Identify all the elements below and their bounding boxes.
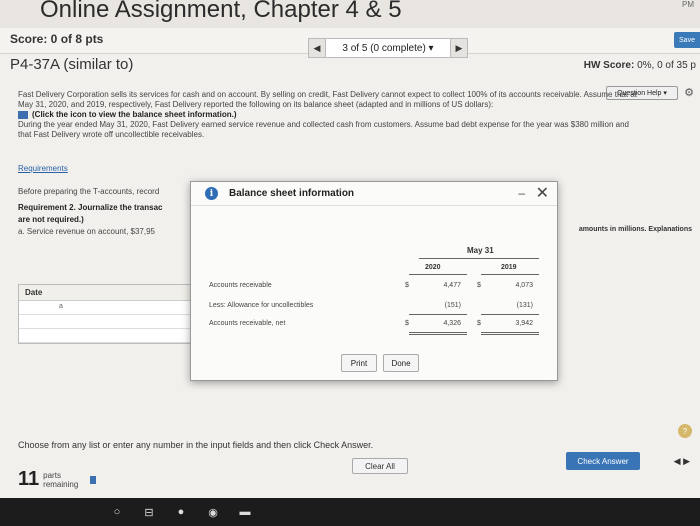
clock-text: PM <box>682 0 694 9</box>
close-button[interactable]: ✕ <box>536 183 549 203</box>
journal-row[interactable] <box>19 315 217 329</box>
parts-remaining-label: parts remaining <box>43 471 78 489</box>
taskbar: ○ ⊟ ● ◉ ▬ <box>0 498 700 526</box>
progress-bar <box>90 475 97 484</box>
dollar-sign: $ <box>405 320 409 327</box>
year-2019-header: 2019 <box>501 264 517 271</box>
value-2020: 4,326 <box>443 320 461 327</box>
journal-entry-table: Date Ac a <box>18 284 218 344</box>
right-triangle-icon: ▶ <box>455 42 463 53</box>
explanations-header: amounts in millions. Explanations <box>578 226 692 233</box>
left-triangle-icon: ◀ <box>313 42 321 53</box>
row-label: Less: Allowance for uncollectibles <box>209 302 314 309</box>
row-accounts-receivable: Accounts receivable $ 4,477 $ 4,073 <box>209 282 533 294</box>
sum-rule-2020 <box>409 314 467 315</box>
dollar-sign: $ <box>477 320 481 327</box>
journal-row[interactable]: a <box>19 301 217 315</box>
problem-text-line-2: May 31, 2020, and 2019, respectively, Fa… <box>18 100 494 109</box>
hw-score-value: 0%, 0 of 35 p <box>637 60 696 71</box>
value-2020: (151) <box>444 302 461 309</box>
parts-remaining-count: 11 <box>18 468 40 490</box>
parts-label-2: remaining <box>43 479 79 489</box>
balance-sheet-modal: i Balance sheet information – ✕ May 31 2… <box>190 181 558 381</box>
hw-score-label: HW Score: <box>583 60 635 71</box>
year-2020-header: 2020 <box>425 264 441 271</box>
balance-sheet-link[interactable]: (Click the icon to view the balance shee… <box>18 110 698 120</box>
task-view-icon[interactable]: ⊟ <box>142 505 156 519</box>
double-rule-2019-b <box>481 334 539 335</box>
instructions-text: Choose from any list or enter any number… <box>18 440 374 450</box>
problem-text-line-4: that Fast Delivery wrote off uncollectib… <box>18 130 205 139</box>
double-rule-2020 <box>409 332 467 333</box>
question-navigator: ◀ 3 of 5 (0 complete) ▾ ▶ <box>308 38 468 58</box>
journal-row[interactable] <box>19 329 217 343</box>
row-label: Accounts receivable <box>209 282 272 289</box>
value-2019: 4,073 <box>515 282 533 289</box>
left-arrow-icon[interactable]: ◀ <box>674 456 681 466</box>
page-title: Online Assignment, Chapter 4 & 5 <box>40 0 402 23</box>
parts-remaining: 11 parts remaining <box>18 468 97 491</box>
header-rule <box>419 258 539 259</box>
year-rule-2019 <box>481 274 539 275</box>
requirement-2-sub: are not required.) <box>18 215 84 224</box>
journal-header: Date Ac <box>19 285 217 301</box>
problem-text-line-1: Fast Delivery Corporation sells its serv… <box>18 90 637 99</box>
done-button[interactable]: Done <box>383 354 419 372</box>
click-icon-text: (Click the icon to view the balance shee… <box>32 110 237 119</box>
chrome-icon[interactable]: ◉ <box>206 505 220 519</box>
browser-page: Online Assignment, Chapter 4 & 5 PM Scor… <box>0 0 700 526</box>
table-icon[interactable] <box>18 110 28 119</box>
item-a: a. Service revenue on account, $37,95 <box>18 227 155 236</box>
problem-id: P4-37A (similar to) <box>10 56 134 73</box>
row-label: Accounts receivable, net <box>209 320 286 327</box>
score-label: Score: 0 of 8 pts <box>10 32 104 46</box>
double-rule-2019 <box>481 332 539 333</box>
check-answer-button[interactable]: Check Answer <box>566 452 640 470</box>
help-icon[interactable]: ? <box>678 424 692 438</box>
work-intro: Before preparing the T-accounts, record <box>18 187 160 196</box>
value-2019: 3,942 <box>515 320 533 327</box>
double-rule-2020-b <box>409 334 467 335</box>
col-date: Date <box>25 288 43 297</box>
value-2020: 4,477 <box>443 282 461 289</box>
info-icon: i <box>205 187 218 200</box>
requirements-link[interactable]: Requirements <box>18 164 68 173</box>
prev-question-button[interactable]: ◀ <box>308 38 326 58</box>
work-area: Before preparing the T-accounts, record … <box>18 186 163 238</box>
hw-score: HW Score: 0%, 0 of 35 p <box>584 60 696 71</box>
parts-label-1: parts <box>43 470 61 480</box>
right-arrow-icon[interactable]: ▶ <box>683 456 690 466</box>
folder-icon[interactable]: ▬ <box>238 505 252 519</box>
value-2019: (131) <box>516 302 533 309</box>
requirement-2: Requirement 2. Journalize the transac <box>18 203 163 212</box>
title-bar: Online Assignment, Chapter 4 & 5 PM <box>0 0 700 28</box>
print-button[interactable]: Print <box>341 354 377 372</box>
modal-header: i Balance sheet information – ✕ <box>191 182 557 206</box>
year-rule-2020 <box>409 274 467 275</box>
sum-rule-2019 <box>481 314 539 315</box>
next-question-button[interactable]: ▶ <box>450 38 468 58</box>
minimize-button[interactable]: – <box>518 186 525 200</box>
date-header: May 31 <box>467 246 494 255</box>
problem-text-line-3: During the year ended May 31, 2020, Fast… <box>18 120 629 129</box>
start-circle-icon[interactable]: ○ <box>110 505 124 519</box>
dollar-sign: $ <box>477 282 481 289</box>
save-button[interactable]: Save <box>674 32 700 48</box>
row-net-receivable: Accounts receivable, net $ 4,326 $ 3,942 <box>209 320 533 332</box>
browser-icon[interactable]: ● <box>174 505 188 519</box>
modal-title: Balance sheet information <box>229 188 355 199</box>
part-nav-arrows[interactable]: ◀ ▶ <box>674 456 690 467</box>
dollar-sign: $ <box>405 282 409 289</box>
row-allowance: Less: Allowance for uncollectibles (151)… <box>209 302 533 314</box>
problem-text: Fast Delivery Corporation sells its serv… <box>18 90 698 140</box>
clear-all-button[interactable]: Clear All <box>352 458 408 474</box>
question-position-dropdown[interactable]: 3 of 5 (0 complete) ▾ <box>326 38 450 58</box>
